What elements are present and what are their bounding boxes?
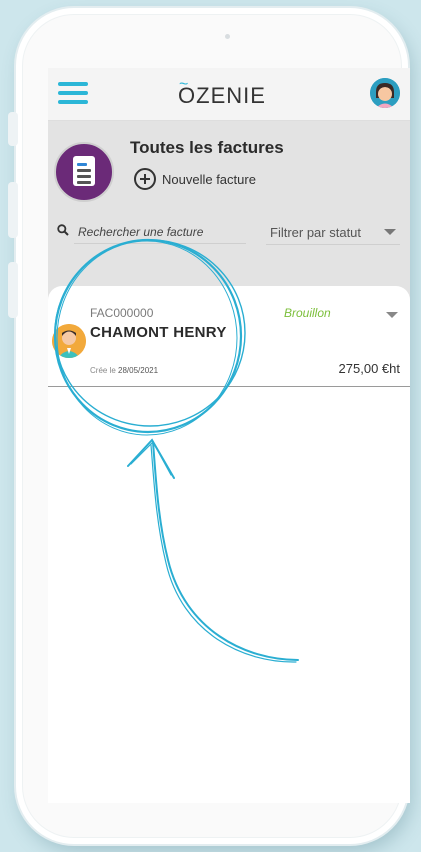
logo-tilde: ~ — [179, 76, 190, 93]
search-icon — [57, 224, 69, 236]
phone-side-button — [8, 262, 18, 318]
logo-o-letter: ~ O — [178, 77, 196, 109]
created-prefix: Crée le — [90, 366, 116, 375]
avatar-illustration — [370, 78, 400, 108]
app-screen: ~ O ZENIE Toutes les factures Nouvelle f… — [48, 68, 410, 803]
logo-text: ZENIE — [196, 83, 266, 108]
invoice-row[interactable]: FAC000000 CHAMONT HENRY Crée le 28/05/20… — [48, 286, 410, 387]
plus-circle-icon — [134, 168, 156, 190]
invoice-amount: 275,00 €ht — [338, 361, 400, 376]
status-filter-label: Filtrer par statut — [270, 224, 362, 240]
new-invoice-button[interactable]: Nouvelle facture — [134, 168, 256, 190]
app-logo: ~ O ZENIE — [178, 77, 266, 109]
invoices-icon — [54, 142, 114, 202]
chevron-down-icon[interactable] — [386, 312, 398, 318]
page-title: Toutes les factures — [130, 138, 284, 157]
invoice-created-date: Crée le 28/05/2021 — [90, 366, 158, 375]
avatar[interactable] — [370, 78, 400, 108]
chevron-down-icon — [384, 229, 396, 235]
status-filter-dropdown[interactable]: Filtrer par statut — [266, 220, 400, 245]
client-avatar — [52, 324, 86, 358]
search-input[interactable] — [74, 220, 246, 244]
new-invoice-label: Nouvelle facture — [162, 171, 256, 187]
phone-side-button — [8, 112, 18, 146]
phone-camera — [225, 34, 230, 39]
top-bar: ~ O ZENIE — [48, 68, 410, 121]
hamburger-icon[interactable] — [58, 82, 88, 104]
client-name: CHAMONT HENRY — [90, 324, 227, 341]
invoice-number: FAC000000 — [90, 306, 154, 320]
created-date: 28/05/2021 — [118, 366, 159, 375]
invoice-list: FAC000000 CHAMONT HENRY Crée le 28/05/20… — [48, 286, 410, 803]
document-icon — [73, 156, 95, 186]
status-badge: Brouillon — [284, 306, 331, 320]
client-avatar-illustration — [52, 324, 86, 358]
phone-side-button — [8, 182, 18, 238]
